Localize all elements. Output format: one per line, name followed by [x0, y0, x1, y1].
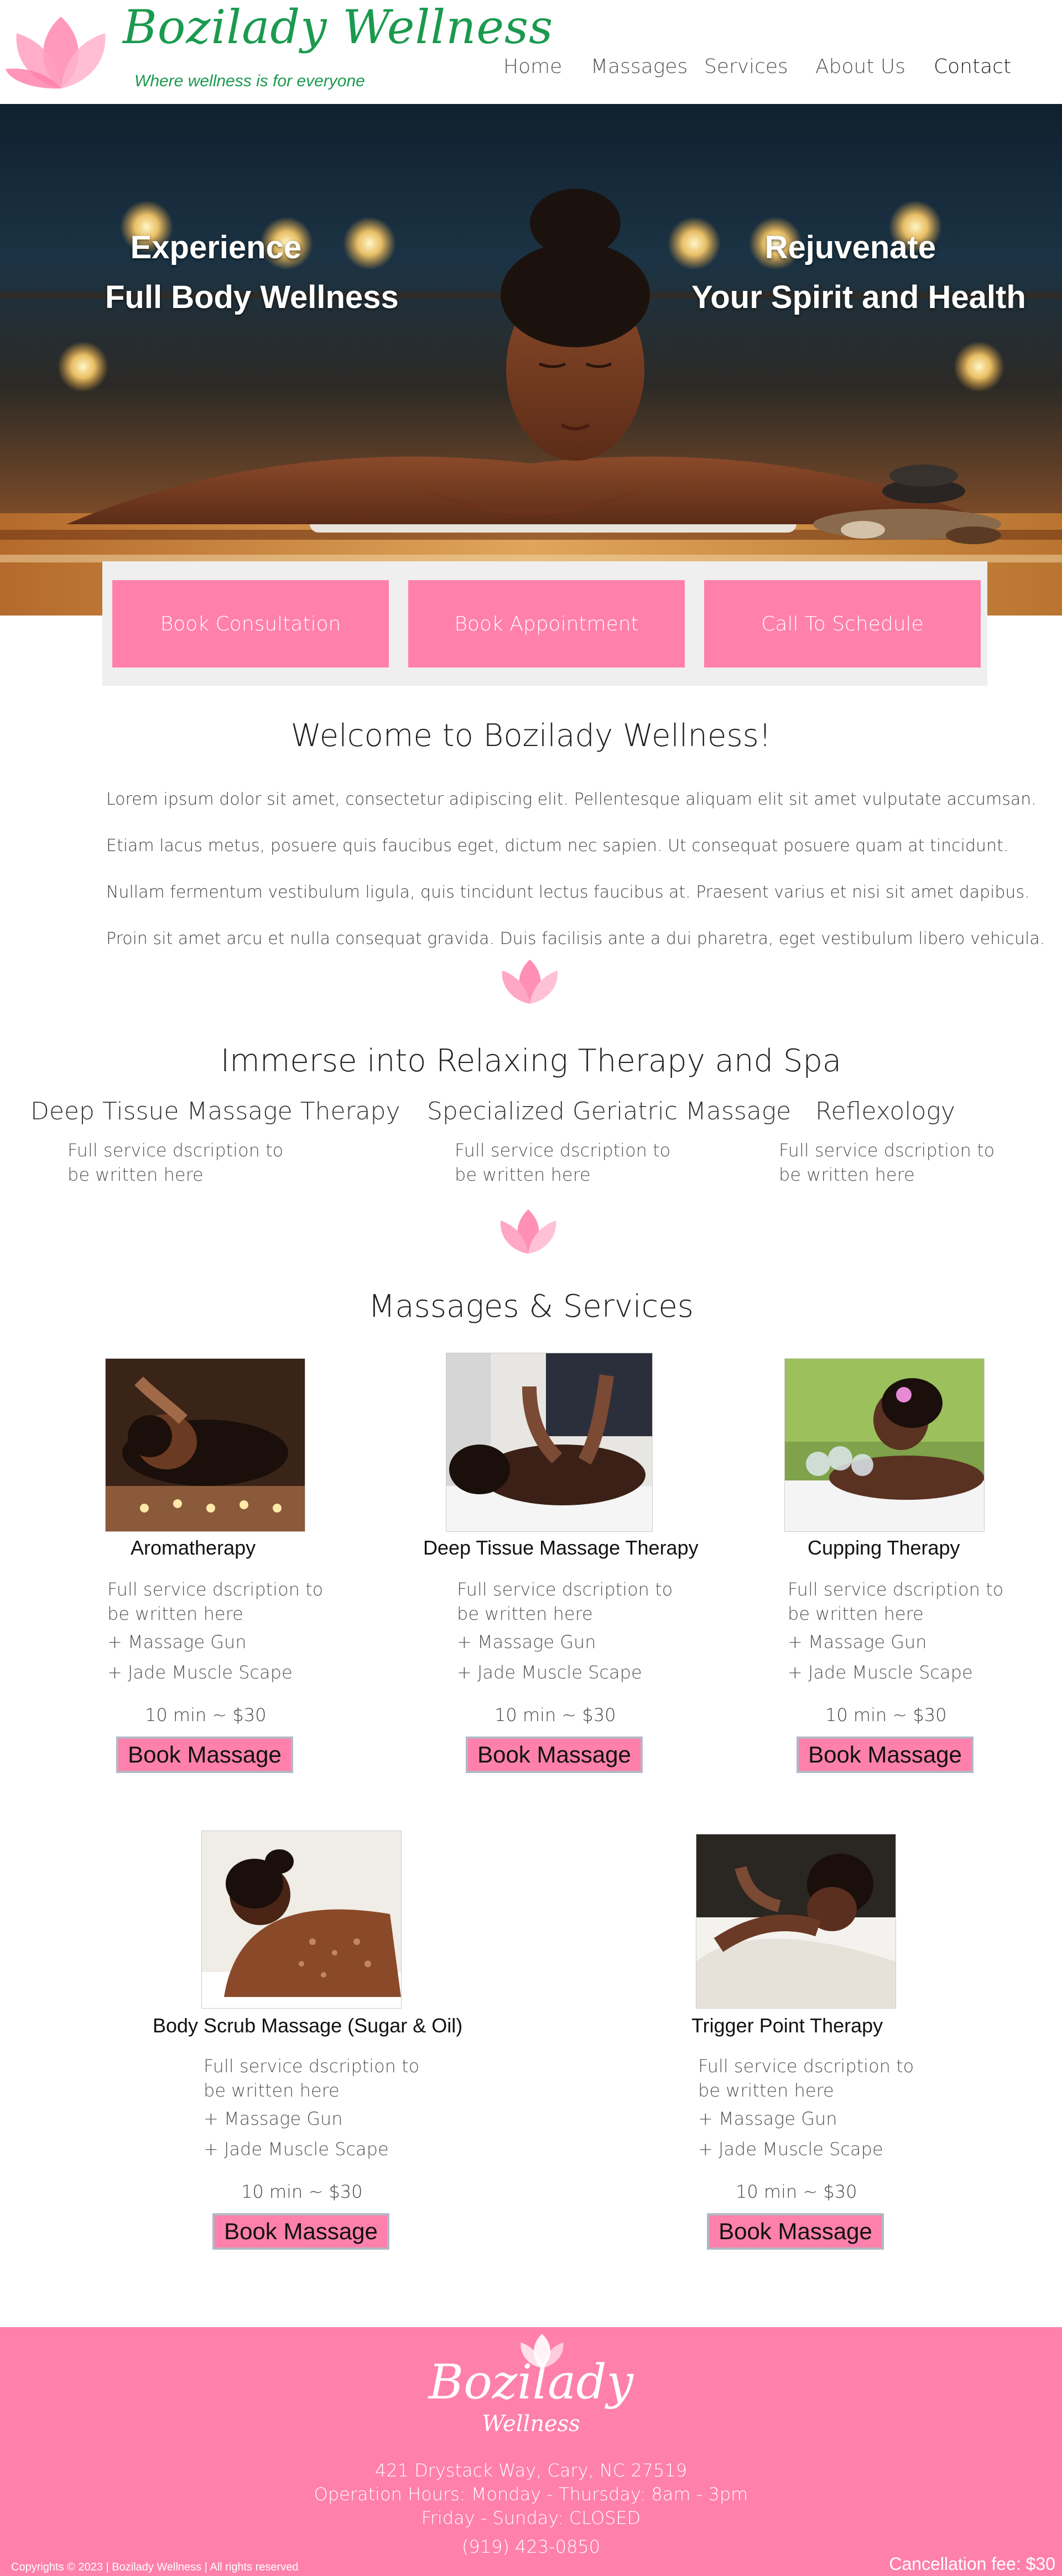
service-extra: + Jade Muscle Scape — [107, 1662, 293, 1683]
hero-right-heading: Rejuvenate Your Spirit and Health — [691, 223, 1026, 322]
welcome-paragraph: Etiam lacus metus, posuere quis faucibus… — [106, 836, 1009, 856]
cta-panel: Book Consultation Book Appointment Call … — [102, 561, 987, 686]
body-scrub-image — [201, 1831, 402, 2009]
service-price: 10 min ~ $30 — [736, 2181, 857, 2202]
book-consultation-button[interactable]: Book Consultation — [112, 580, 389, 668]
service-name: Deep Tissue Massage Therapy — [423, 1536, 699, 1559]
therapy-item-title: Specialized Geriatric Massage — [427, 1097, 792, 1125]
site-footer: Bozilady Wellness 421 Drystack Way, Cary… — [0, 2327, 1062, 2576]
footer-brand: Bozilady — [428, 2355, 634, 2410]
cupping-therapy-image — [784, 1358, 985, 1532]
aromatherapy-image — [105, 1358, 305, 1532]
book-massage-button[interactable]: Book Massage — [707, 2213, 884, 2250]
welcome-paragraph: Proin sit amet arcu et nulla consequat g… — [106, 929, 1045, 948]
service-extra: + Massage Gun — [457, 1631, 596, 1652]
nav-massages[interactable]: Massages — [591, 55, 688, 78]
therapy-item-desc: Full service dscription to be written he… — [779, 1140, 995, 1185]
service-price: 10 min ~ $30 — [241, 2181, 363, 2202]
service-extra: + Massage Gun — [204, 2108, 343, 2129]
service-extra: + Jade Muscle Scape — [788, 1662, 973, 1683]
therapy-title: Immerse into Relaxing Therapy and Spa — [220, 1043, 842, 1079]
footer-address: 421 Drystack Way, Cary, NC 27519 — [374, 2460, 688, 2481]
service-name: Aromatherapy — [131, 1536, 256, 1559]
lotus-divider-icon — [502, 960, 558, 1004]
nav-contact[interactable]: Contact — [934, 55, 1011, 78]
book-massage-button[interactable]: Book Massage — [212, 2213, 389, 2250]
service-desc: Full service dscription to be written he… — [457, 1579, 673, 1624]
hero-right-line1: Rejuvenate — [764, 230, 936, 265]
welcome-paragraph: Nullam fermentum vestibulum ligula, quis… — [106, 883, 1030, 902]
main-nav: Home Massages Services About Us Contact — [0, 55, 1062, 83]
service-extra: + Jade Muscle Scape — [698, 2139, 883, 2160]
hero-left-line1: Experience — [130, 230, 302, 265]
service-extra: + Massage Gun — [788, 1631, 927, 1652]
footer-brand-sub: Wellness — [482, 2411, 580, 2437]
hero-spa-image — [0, 189, 1062, 616]
service-extra: + Massage Gun — [107, 1631, 247, 1652]
hero-right-line2: Your Spirit and Health — [691, 279, 1026, 315]
book-massage-button[interactable]: Book Massage — [116, 1737, 293, 1773]
footer-hours-weekday: Operation Hours: Monday - Thursday: 8am … — [314, 2484, 748, 2505]
nav-services[interactable]: Services — [704, 55, 788, 78]
deep-tissue-image — [446, 1353, 653, 1532]
book-massage-button[interactable]: Book Massage — [466, 1737, 643, 1773]
footer-cancellation-fee: Cancellation fee: $30 — [889, 2554, 1055, 2574]
call-to-schedule-button[interactable]: Call To Schedule — [704, 580, 981, 668]
service-desc: Full service dscription to be written he… — [204, 2056, 420, 2101]
therapy-item-desc: Full service dscription to be written he… — [67, 1140, 284, 1185]
services-title: Massages & Services — [368, 1289, 694, 1324]
hero-left-heading: Experience Full Body Wellness — [77, 223, 399, 322]
welcome-title: Welcome to Bozilady Wellness! — [290, 718, 772, 754]
trigger-point-image — [696, 1834, 896, 2009]
service-desc: Full service dscription to be written he… — [698, 2056, 914, 2101]
footer-hours-weekend: Friday - Sunday: CLOSED — [421, 2507, 641, 2528]
brand-name[interactable]: Bozilady Wellness — [123, 0, 553, 54]
service-desc: Full service dscription to be written he… — [107, 1579, 324, 1624]
hero-left-line2: Full Body Wellness — [105, 279, 399, 315]
service-desc: Full service dscription to be written he… — [788, 1579, 1004, 1624]
service-extra: + Jade Muscle Scape — [457, 1662, 642, 1683]
service-extra: + Massage Gun — [698, 2108, 837, 2129]
service-price: 10 min ~ $30 — [494, 1704, 616, 1725]
footer-copyright: Copyrights © 2023 | Bozilady Wellness | … — [11, 2561, 299, 2573]
service-extra: + Jade Muscle Scape — [204, 2139, 389, 2160]
lotus-divider-icon — [500, 1209, 556, 1254]
service-name: Cupping Therapy — [808, 1536, 960, 1559]
therapy-item-desc: Full service dscription to be written he… — [455, 1140, 671, 1185]
service-name: Body Scrub Massage (Sugar & Oil) — [153, 2014, 463, 2037]
service-name: Trigger Point Therapy — [691, 2014, 883, 2037]
welcome-paragraph: Lorem ipsum dolor sit amet, consectetur … — [106, 790, 1037, 809]
therapy-item-title: Reflexology — [815, 1097, 955, 1125]
therapy-item-title: Deep Tissue Massage Therapy — [30, 1097, 400, 1125]
service-price: 10 min ~ $30 — [145, 1704, 267, 1725]
hero-banner: Experience Full Body Wellness Rejuvenate… — [0, 104, 1062, 616]
nav-home[interactable]: Home — [503, 55, 562, 78]
site-header: Bozilady Wellness Where wellness is for … — [0, 0, 1062, 104]
service-price: 10 min ~ $30 — [825, 1704, 947, 1725]
nav-about-us[interactable]: About Us — [815, 55, 905, 78]
book-massage-button[interactable]: Book Massage — [796, 1737, 974, 1773]
book-appointment-button[interactable]: Book Appointment — [408, 580, 685, 668]
